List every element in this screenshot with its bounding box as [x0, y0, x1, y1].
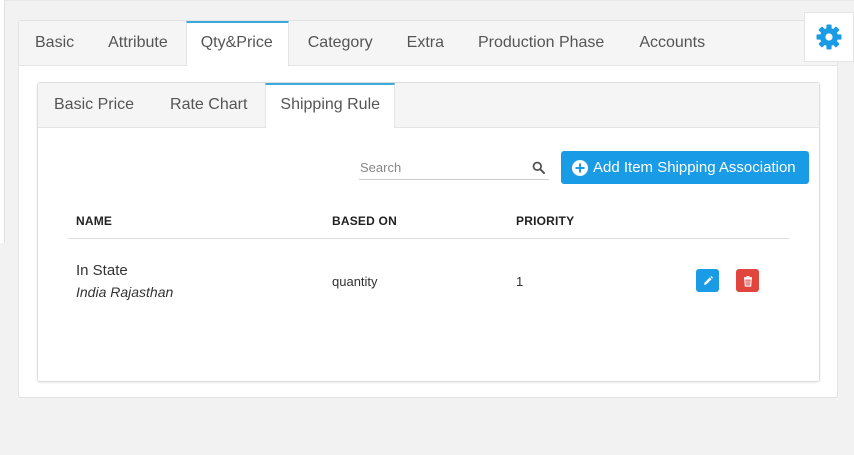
search-icon[interactable] [532, 161, 546, 175]
add-item-shipping-association-button[interactable]: Add Item Shipping Association [561, 151, 809, 184]
settings-button[interactable] [804, 12, 854, 62]
tab-shipping-rule[interactable]: Shipping Rule [265, 83, 396, 128]
column-header-priority: PRIORITY [516, 214, 575, 228]
tab-attribute[interactable]: Attribute [90, 21, 186, 65]
trash-icon [743, 275, 752, 287]
rule-name: In State [76, 262, 128, 279]
pencil-icon [703, 275, 713, 285]
qty-price-panel: Basic Price Rate Chart Shipping Rule Add… [37, 82, 820, 382]
rule-location: India Rajasthan [76, 284, 174, 300]
tab-accounts[interactable]: Accounts [621, 21, 722, 65]
column-header-based-on: BASED ON [332, 214, 397, 228]
tab-production-phase[interactable]: Production Phase [461, 21, 621, 65]
tab-rate-chart[interactable]: Rate Chart [152, 83, 265, 127]
tab-basic-price[interactable]: Basic Price [38, 83, 152, 127]
top-border [0, 0, 854, 1]
gear-icon [816, 24, 842, 50]
outer-tab-bar: Basic Attribute Qty&Price Category Extra… [19, 21, 837, 66]
tab-qty-price[interactable]: Qty&Price [185, 21, 289, 66]
delete-button[interactable] [736, 269, 759, 292]
column-header-name: NAME [76, 214, 113, 228]
table-header-divider [68, 238, 789, 239]
tab-basic[interactable]: Basic [19, 21, 90, 65]
edit-button[interactable] [696, 269, 719, 292]
product-editor-card: Basic Attribute Qty&Price Category Extra… [18, 20, 838, 398]
left-panel-edge [0, 0, 5, 243]
tab-category[interactable]: Category [289, 21, 390, 65]
tab-extra[interactable]: Extra [390, 21, 461, 65]
search-input[interactable] [359, 157, 520, 177]
inner-tab-bar: Basic Price Rate Chart Shipping Rule [38, 83, 819, 128]
add-button-label: Add Item Shipping Association [593, 159, 796, 176]
search-field [359, 157, 549, 180]
plus-circle-icon [572, 159, 588, 176]
rule-based-on: quantity [332, 274, 378, 289]
rule-priority: 1 [516, 274, 524, 289]
